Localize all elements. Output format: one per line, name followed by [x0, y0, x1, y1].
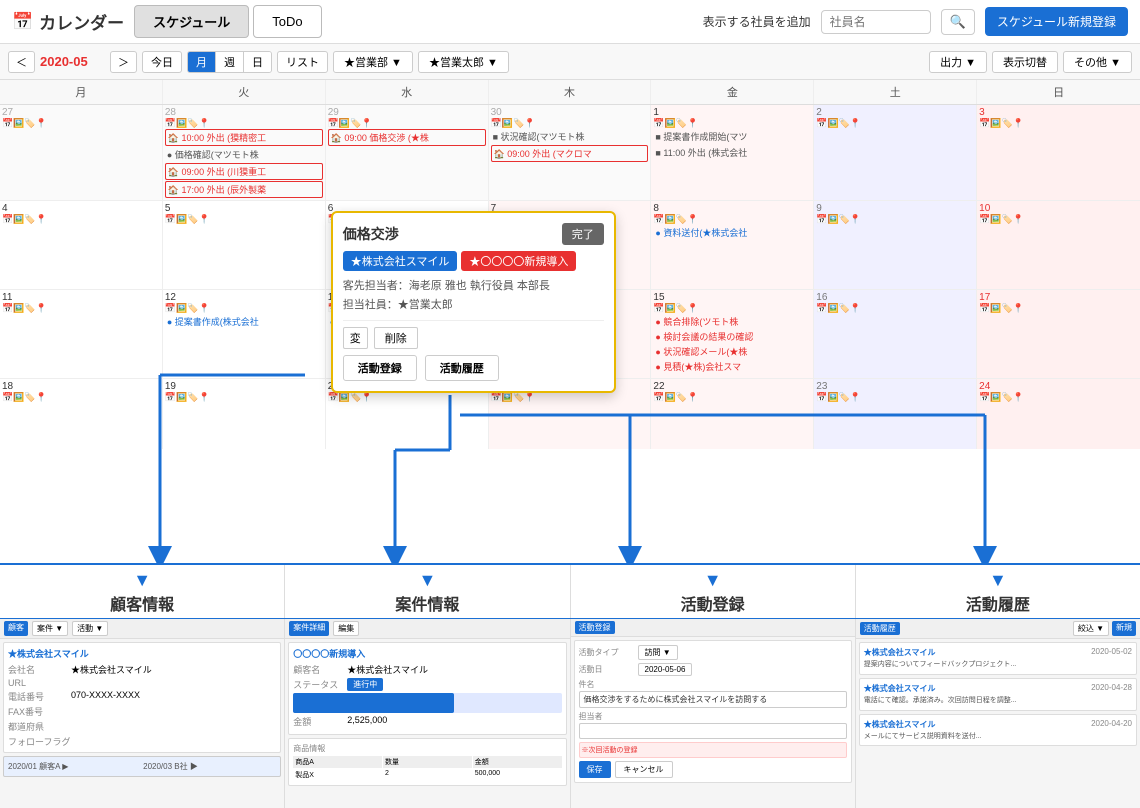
tab-todo[interactable]: ToDo	[253, 5, 321, 38]
popup-change-label: 変	[343, 327, 368, 349]
cal-cell-19[interactable]: 19 📅🖼️🏷️📍	[163, 379, 326, 449]
activity-save-btn[interactable]: 保存	[579, 761, 611, 778]
employee-search-input[interactable]	[821, 10, 931, 34]
bottom-labels-row: ▼ 顧客情報 ▼ 案件情報 ▼ 活動登録 ▼ 活動履歴	[0, 563, 1140, 618]
calendar-week-2: 4 📅🖼️🏷️📍 5 📅🖼️🏷️📍 6 📅🖼️🏷️📍 価格交渉 完了 ★株式会社…	[0, 201, 1140, 290]
bottom-label-activity-register: ▼ 活動登録	[571, 565, 856, 618]
cal-cell-6-popup[interactable]: 6 📅🖼️🏷️📍 価格交渉 完了 ★株式会社スマイル ★〇〇〇〇新規導入 客先担…	[326, 201, 489, 289]
calendar-week-1: 27 📅🖼️🏷️📍 28 📅🖼️🏷️📍 🏠 10:00 外出 (獏精密工 ● 価…	[0, 105, 1140, 201]
toolbar: ＜ 2020-05 ＞ 今日 月 週 日 リスト ★営業部 ▼ ★営業太郎 ▼ …	[0, 44, 1140, 80]
customer-panel: 顧客 案件 ▼ 活動 ▼ ★株式会社スマイル 会社名★株式会社スマイル URL …	[0, 619, 285, 808]
calendar-header: 月 火 水 木 金 土 日	[0, 80, 1140, 105]
weekday-sat: 土	[814, 80, 977, 104]
calendar-area: 月 火 水 木 金 土 日 27 📅🖼️🏷️📍 28 📅🖼️🏷️📍 🏠 10:0…	[0, 80, 1140, 563]
month-label: 2020-05	[40, 54, 105, 69]
cal-cell-10[interactable]: 10 📅🖼️🏷️📍	[977, 201, 1140, 289]
bottom-label-case: ▼ 案件情報	[285, 565, 570, 618]
popup-client-info: 客先担当者：海老原 雅也 執行役員 本部長 担当社員：★営業太郎	[343, 277, 604, 314]
today-btn[interactable]: 今日	[142, 51, 182, 73]
bottom-label-customer: ▼ 顧客情報	[0, 565, 285, 618]
bottom-label-activity-history: ▼ 活動履歴	[856, 565, 1140, 618]
weekday-tue: 火	[163, 80, 326, 104]
filter-person-btn[interactable]: ★営業太郎 ▼	[418, 51, 509, 73]
calendar-icon: 📅	[12, 12, 33, 32]
display-toggle-btn[interactable]: 表示切替	[992, 51, 1058, 73]
popup-tag-2[interactable]: ★〇〇〇〇新規導入	[461, 251, 576, 271]
app-title: カレンダー	[39, 9, 124, 34]
cal-cell-15[interactable]: 15 📅🖼️🏷️📍 ● 競合排除(ツモト株 ● 検討会議の結果の確認 ● 状況確…	[651, 290, 814, 378]
view-day-btn[interactable]: 日	[244, 52, 271, 72]
next-btn[interactable]: ＞	[110, 51, 137, 73]
cal-cell-30[interactable]: 30 📅🖼️🏷️📍 ■ 状況確認(マツモト株 🏠 09:00 外出 (マクロマ	[489, 105, 652, 200]
cal-cell-27[interactable]: 27 📅🖼️🏷️📍	[0, 105, 163, 200]
cal-cell-18[interactable]: 18 📅🖼️🏷️📍	[0, 379, 163, 449]
cal-cell-9[interactable]: 9 📅🖼️🏷️📍	[814, 201, 977, 289]
popup-delete-area[interactable]: 削除	[374, 327, 418, 349]
cal-cell-16[interactable]: 16 📅🖼️🏷️📍	[814, 290, 977, 378]
activity-register-panel: 活動登録 活動タイプ 訪問 ▼ 活動日 2020-05-06 件名 価格交渉をす…	[571, 619, 856, 808]
cal-cell-11[interactable]: 11 📅🖼️🏷️📍	[0, 290, 163, 378]
event-popup: 価格交渉 完了 ★株式会社スマイル ★〇〇〇〇新規導入 客先担当者：海老原 雅也…	[331, 211, 616, 393]
view-month-btn[interactable]: 月	[188, 52, 216, 72]
register-schedule-button[interactable]: スケジュール新規登録	[985, 7, 1128, 36]
weekday-fri: 金	[651, 80, 814, 104]
popup-activity-register-btn[interactable]: 活動登録	[343, 355, 417, 381]
cal-cell-28[interactable]: 28 📅🖼️🏷️📍 🏠 10:00 外出 (獏精密工 ● 価格確認(マツモト株 …	[163, 105, 326, 200]
popup-title: 価格交渉	[343, 224, 399, 244]
view-list-btn[interactable]: リスト	[277, 51, 328, 73]
output-btn[interactable]: 出力 ▼	[929, 51, 987, 73]
header: 📅 カレンダー スケジュール ToDo 表示する社員を追加 🔍 スケジュール新規…	[0, 0, 1140, 44]
filter-department-btn[interactable]: ★営業部 ▼	[333, 51, 413, 73]
bottom-panels: 顧客 案件 ▼ 活動 ▼ ★株式会社スマイル 会社名★株式会社スマイル URL …	[0, 618, 1140, 808]
search-button[interactable]: 🔍	[941, 9, 975, 35]
popup-activity-history-btn[interactable]: 活動履歴	[425, 355, 499, 381]
cal-cell-3[interactable]: 3 📅🖼️🏷️📍	[977, 105, 1140, 200]
logo: 📅 カレンダー	[12, 9, 124, 34]
activity-history-panel: 活動履歴 絞込 ▼ 新規 ★株式会社スマイル 2020-05-02 提案内容につ…	[856, 619, 1140, 808]
add-employee-label: 表示する社員を追加	[703, 13, 811, 30]
weekday-mon: 月	[0, 80, 163, 104]
cal-cell-23[interactable]: 23 📅🖼️🏷️📍	[814, 379, 977, 449]
cal-cell-5[interactable]: 5 📅🖼️🏷️📍	[163, 201, 326, 289]
activity-cancel-btn[interactable]: キャンセル	[615, 761, 673, 778]
cal-cell-2[interactable]: 2 📅🖼️🏷️📍	[814, 105, 977, 200]
view-toggle: 月 週 日	[187, 51, 272, 73]
popup-complete-btn[interactable]: 完了	[562, 223, 604, 245]
other-btn[interactable]: その他 ▼	[1063, 51, 1132, 73]
weekday-wed: 水	[326, 80, 489, 104]
cal-cell-17[interactable]: 17 📅🖼️🏷️📍	[977, 290, 1140, 378]
cal-cell-1[interactable]: 1 📅🖼️🏷️📍 ■ 提案書作成開始(マツ ■ 11:00 外出 (株式会社	[651, 105, 814, 200]
cal-cell-8[interactable]: 8 📅🖼️🏷️📍 ● 資料送付(★株式会社	[651, 201, 814, 289]
cal-cell-24[interactable]: 24 📅🖼️🏷️📍	[977, 379, 1140, 449]
cal-cell-12[interactable]: 12 📅🖼️🏷️📍 ● 提案書作成(株式会社	[163, 290, 326, 378]
view-week-btn[interactable]: 週	[216, 52, 244, 72]
weekday-thu: 木	[489, 80, 652, 104]
prev-btn[interactable]: ＜	[8, 51, 35, 73]
cal-cell-29[interactable]: 29 📅🖼️🏷️📍 🏠 09:00 価格交渉 (★株	[326, 105, 489, 200]
weekday-sun: 日	[977, 80, 1140, 104]
cal-cell-4[interactable]: 4 📅🖼️🏷️📍	[0, 201, 163, 289]
case-panel: 案件詳細 編集 〇〇〇〇新規導入 顧客名★株式会社スマイル ステータス 進行中 …	[285, 619, 570, 808]
tab-schedule[interactable]: スケジュール	[134, 5, 249, 38]
popup-tag-1[interactable]: ★株式会社スマイル	[343, 251, 458, 271]
cal-cell-22[interactable]: 22 📅🖼️🏷️📍	[651, 379, 814, 449]
tab-group: スケジュール ToDo	[134, 5, 321, 38]
